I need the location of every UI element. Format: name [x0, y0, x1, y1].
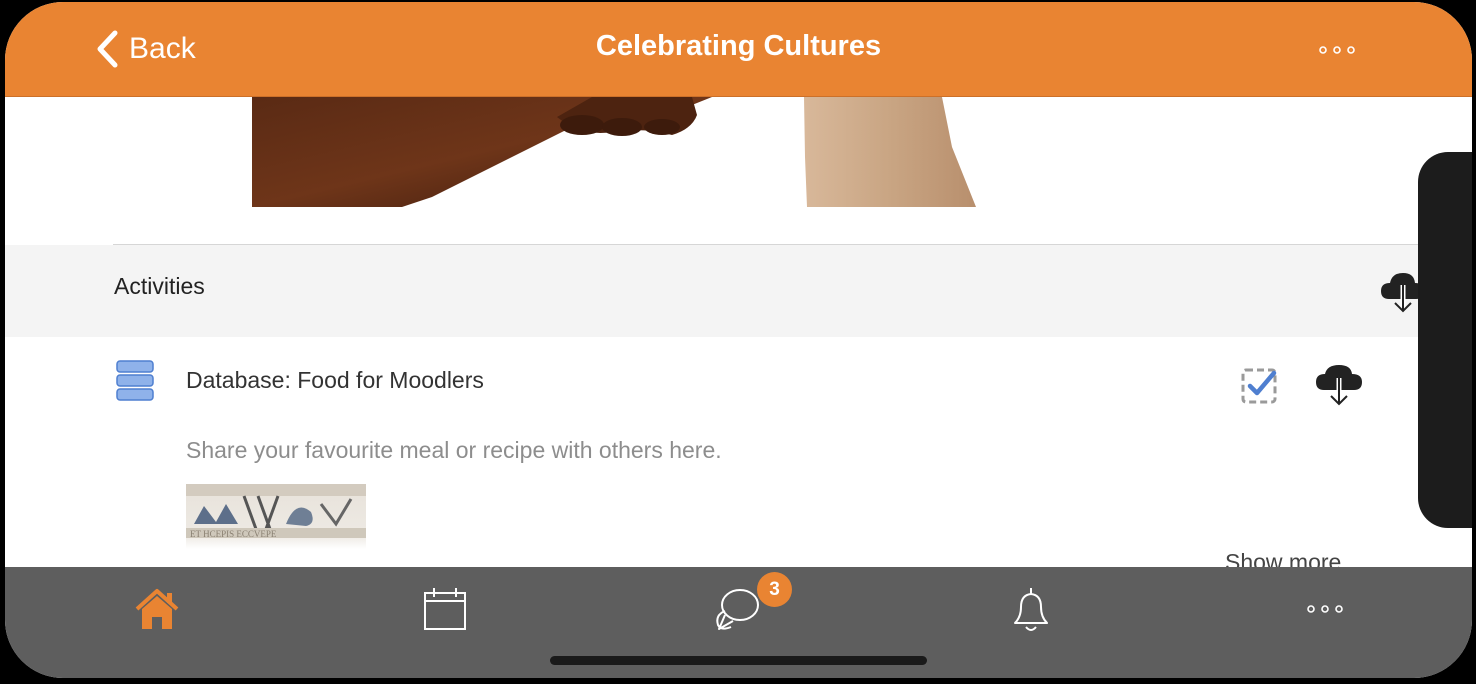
app-window: Back Celebrating Cultures Activities Dat…	[5, 2, 1472, 678]
course-summary-image	[252, 97, 976, 207]
tab-calendar[interactable]	[417, 585, 473, 635]
top-bar: Back Celebrating Cultures	[5, 2, 1472, 97]
database-icon	[116, 360, 154, 401]
module-title[interactable]: Database: Food for Moodlers	[186, 367, 484, 394]
calendar-icon	[424, 588, 466, 630]
more-options-icon[interactable]	[1313, 40, 1363, 60]
tab-home[interactable]	[129, 585, 185, 635]
show-more-link[interactable]: Show more	[1225, 549, 1341, 567]
tab-more[interactable]	[1297, 585, 1353, 635]
checkbox-checked-icon[interactable]	[1240, 365, 1280, 405]
messages-badge: 3	[757, 572, 792, 607]
tab-notifications[interactable]	[1003, 585, 1059, 635]
home-icon	[135, 589, 179, 629]
section-header	[5, 245, 1424, 337]
section-title: Activities	[114, 273, 205, 299]
home-indicator[interactable]	[550, 656, 927, 665]
course-content[interactable]: Activities Database: Food for Moodlers S…	[5, 97, 1472, 567]
more-options-icon	[1307, 605, 1343, 613]
cloud-download-icon[interactable]	[1313, 362, 1365, 410]
device-notch	[1418, 152, 1472, 528]
svg-text:ET HCEPIS ECCVEPE: ET HCEPIS ECCVEPE	[190, 529, 277, 539]
page-title: Celebrating Cultures	[595, 30, 882, 62]
module-description: Share your favourite meal or recipe with…	[186, 437, 722, 463]
bell-icon	[1014, 588, 1048, 631]
module-description-image: ET HCEPIS ECCVEPE	[186, 484, 366, 549]
